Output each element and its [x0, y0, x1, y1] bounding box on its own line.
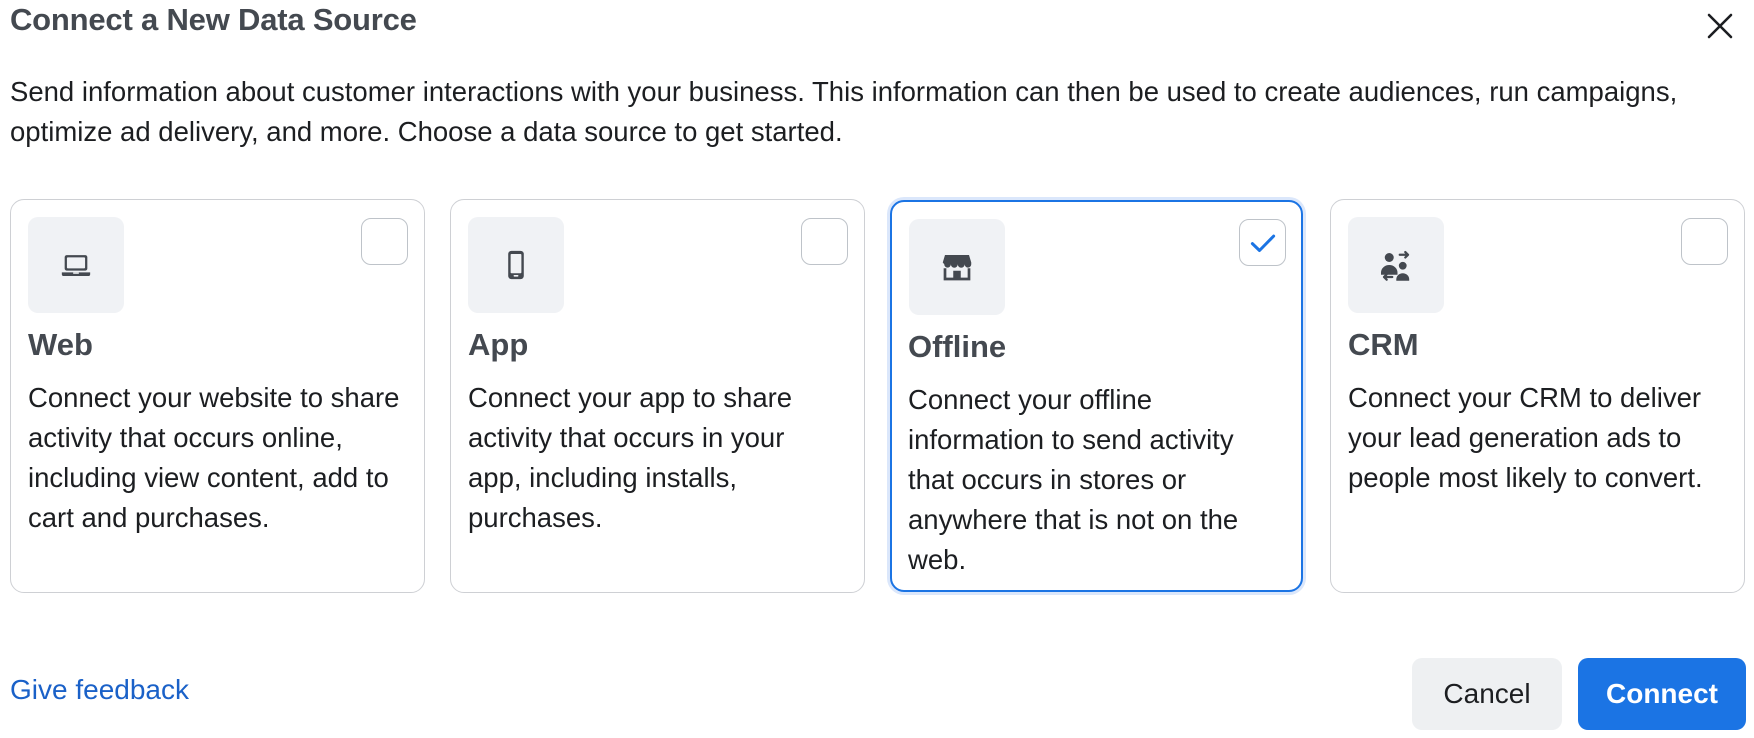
dialog-title: Connect a New Data Source	[10, 2, 417, 37]
laptop-icon	[61, 255, 91, 277]
source-card-web[interactable]: Web Connect your website to share activi…	[10, 199, 425, 593]
mobile-phone-icon	[508, 250, 524, 280]
checkmark-icon	[1250, 234, 1275, 252]
connect-data-source-dialog: Connect a New Data Source Send informati…	[0, 0, 1754, 738]
source-title: App	[468, 327, 529, 362]
source-title: Offline	[908, 329, 1007, 364]
close-icon	[1707, 13, 1733, 39]
source-icon-box	[28, 217, 124, 313]
store-icon	[942, 255, 972, 281]
connect-button[interactable]: Connect	[1578, 658, 1746, 730]
source-card-app[interactable]: App Connect your app to share activity t…	[450, 199, 865, 593]
cancel-button[interactable]: Cancel	[1412, 658, 1562, 730]
source-card-crm[interactable]: CRM Connect your CRM to deliver your lea…	[1330, 199, 1745, 593]
people-sync-icon	[1381, 250, 1410, 281]
close-button[interactable]	[1700, 6, 1740, 46]
source-checkbox[interactable]	[801, 218, 848, 265]
source-checkbox[interactable]	[1681, 218, 1728, 265]
source-checkbox[interactable]	[1239, 219, 1286, 266]
dialog-description: Send information about customer interact…	[10, 76, 1678, 147]
source-title: Web	[28, 327, 93, 362]
source-title: CRM	[1348, 327, 1419, 362]
source-icon-box	[468, 217, 564, 313]
source-icon-box	[909, 219, 1005, 315]
source-card-offline[interactable]: Offline Connect your offline information…	[890, 200, 1303, 592]
source-icon-box	[1348, 217, 1444, 313]
source-checkbox[interactable]	[361, 218, 408, 265]
source-description: Connect your website to share activity t…	[28, 382, 400, 533]
give-feedback-link[interactable]: Give feedback	[10, 674, 189, 706]
source-description: Connect your offline information to send…	[908, 384, 1239, 575]
source-description: Connect your app to share activity that …	[468, 382, 793, 533]
source-description: Connect your CRM to deliver your lead ge…	[1348, 382, 1703, 493]
